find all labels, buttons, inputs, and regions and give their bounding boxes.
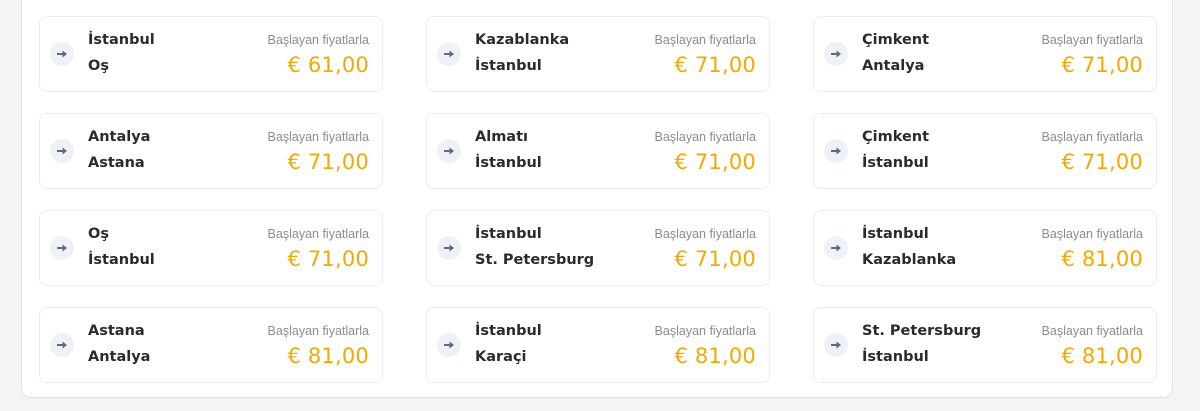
destination-city: St. Petersburg [475,252,595,268]
origin-city: İstanbul [475,226,542,242]
arrow-right-icon [824,139,848,163]
destination-city: Antalya [862,58,925,74]
arrow-right-icon [437,139,461,163]
price: € 61,00 [287,53,369,77]
origin-city: Astana [88,323,145,339]
arrow-right-icon [824,333,848,357]
origin-city: Çimkent [862,129,930,145]
destination-city: Kazablanka [862,252,957,268]
destination-city: İstanbul [862,349,929,365]
origin-city: İstanbul [862,226,929,242]
arrow-right-icon [50,42,74,66]
starting-price-label: Başlayan fiyatlarla [267,33,369,47]
arrow-right-icon [824,236,848,260]
route-card[interactable]: Kazablanka İstanbul Başlayan fiyatlarla … [426,16,770,92]
route-card[interactable]: Çimkent Antalya Başlayan fiyatlarla € 71… [813,16,1157,92]
origin-city: Almatı [475,129,528,145]
route-grid: İstanbul Oş Başlayan fiyatlarla € 61,00 … [39,16,1157,383]
starting-price-label: Başlayan fiyatlarla [654,130,756,144]
route-card[interactable]: St. Petersburg İstanbul Başlayan fiyatla… [813,307,1157,383]
starting-price-label: Başlayan fiyatlarla [267,130,369,144]
destination-city: İstanbul [862,155,929,171]
price: € 71,00 [674,150,756,174]
price: € 71,00 [287,247,369,271]
starting-price-label: Başlayan fiyatlarla [654,33,756,47]
origin-city: Çimkent [862,32,930,48]
price: € 71,00 [287,150,369,174]
price: € 81,00 [674,344,756,368]
starting-price-label: Başlayan fiyatlarla [654,324,756,338]
route-card[interactable]: İstanbul Oş Başlayan fiyatlarla € 61,00 [39,16,383,92]
route-card[interactable]: Çimkent İstanbul Başlayan fiyatlarla € 7… [813,113,1157,189]
destination-city: Astana [88,155,145,171]
destination-city: İstanbul [88,252,155,268]
arrow-right-icon [50,139,74,163]
origin-city: Antalya [88,129,151,145]
arrow-right-icon [824,42,848,66]
destination-city: İstanbul [475,58,542,74]
arrow-right-icon [437,236,461,260]
starting-price-label: Başlayan fiyatlarla [654,227,756,241]
route-card[interactable]: Almatı İstanbul Başlayan fiyatlarla € 71… [426,113,770,189]
price: € 71,00 [1061,150,1143,174]
destination-city: İstanbul [475,155,542,171]
starting-price-label: Başlayan fiyatlarla [267,324,369,338]
route-card[interactable]: Astana Antalya Başlayan fiyatlarla € 81,… [39,307,383,383]
route-card[interactable]: İstanbul St. Petersburg Başlayan fiyatla… [426,210,770,286]
destination-city: Karaçi [475,349,527,365]
starting-price-label: Başlayan fiyatlarla [1041,227,1143,241]
starting-price-label: Başlayan fiyatlarla [1041,33,1143,47]
route-card[interactable]: İstanbul Kazablanka Başlayan fiyatlarla … [813,210,1157,286]
arrow-right-icon [437,42,461,66]
route-card[interactable]: Antalya Astana Başlayan fiyatlarla € 71,… [39,113,383,189]
price: € 81,00 [1061,344,1143,368]
arrow-right-icon [50,333,74,357]
origin-city: Oş [88,226,109,242]
arrow-right-icon [50,236,74,260]
route-card[interactable]: İstanbul Karaçi Başlayan fiyatlarla € 81… [426,307,770,383]
origin-city: Kazablanka [475,32,570,48]
price: € 71,00 [674,247,756,271]
arrow-right-icon [437,333,461,357]
price: € 71,00 [674,53,756,77]
price: € 81,00 [1061,247,1143,271]
origin-city: İstanbul [88,32,155,48]
starting-price-label: Başlayan fiyatlarla [267,227,369,241]
starting-price-label: Başlayan fiyatlarla [1041,324,1143,338]
route-deals-panel: İstanbul Oş Başlayan fiyatlarla € 61,00 … [21,0,1173,398]
route-card[interactable]: Oş İstanbul Başlayan fiyatlarla € 71,00 [39,210,383,286]
price: € 81,00 [287,344,369,368]
destination-city: Oş [88,58,109,74]
starting-price-label: Başlayan fiyatlarla [1041,130,1143,144]
origin-city: St. Petersburg [862,323,982,339]
destination-city: Antalya [88,349,151,365]
price: € 71,00 [1061,53,1143,77]
origin-city: İstanbul [475,323,542,339]
